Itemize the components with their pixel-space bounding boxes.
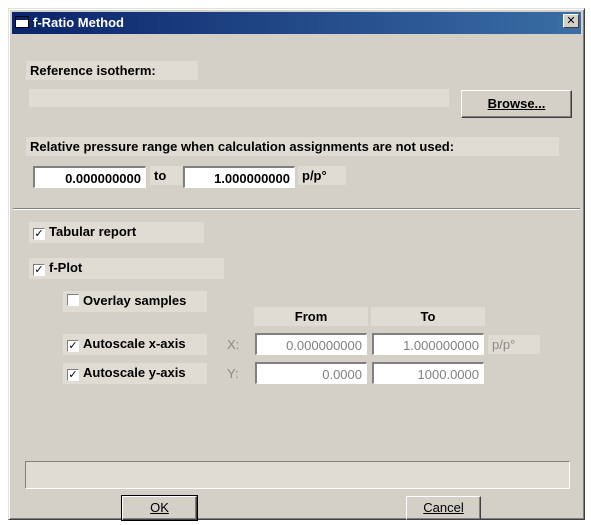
f-plot-check-icon: ✓	[33, 264, 45, 276]
x-from-input[interactable]: 0.000000000	[255, 333, 367, 355]
autoscale-x-check-icon: ✓	[67, 340, 79, 352]
y-from-input[interactable]: 0.0000	[255, 362, 367, 384]
reference-isotherm-label: Reference isotherm:	[26, 61, 198, 80]
pressure-range-label: Relative pressure range when calculation…	[26, 137, 559, 156]
tabular-report-check-icon: ✓	[33, 228, 45, 240]
pressure-unit-label: p/p°	[298, 166, 346, 185]
from-column-header: From	[254, 307, 368, 326]
window-title: f-Ratio Method	[33, 15, 124, 30]
tabular-report-checkbox[interactable]: ✓ Tabular report	[29, 222, 204, 243]
window-icon	[15, 16, 29, 28]
autoscale-x-checkbox[interactable]: ✓ Autoscale x-axis	[63, 334, 207, 355]
title-bar: f-Ratio Method ✕	[12, 12, 581, 34]
dialog-window: f-Ratio Method ✕ Reference isotherm: Bro…	[8, 8, 585, 521]
autoscale-y-label: Autoscale y-axis	[83, 365, 186, 380]
overlay-samples-check-icon	[67, 294, 79, 306]
ok-button[interactable]: OK	[121, 495, 198, 521]
autoscale-x-label: Autoscale x-axis	[83, 336, 186, 351]
ok-button-label: OK	[150, 500, 169, 515]
overlay-samples-label: Overlay samples	[83, 293, 187, 308]
reference-isotherm-path	[29, 89, 449, 107]
tabular-report-label: Tabular report	[49, 224, 137, 239]
status-bar	[25, 461, 570, 489]
x-axis-label: X:	[227, 337, 240, 352]
to-column-header: To	[371, 307, 485, 326]
y-axis-label: Y:	[227, 366, 239, 381]
overlay-samples-checkbox[interactable]: Overlay samples	[63, 291, 207, 312]
f-plot-checkbox[interactable]: ✓ f-Plot	[29, 258, 224, 279]
cancel-button[interactable]: Cancel	[406, 496, 481, 520]
close-button[interactable]: ✕	[563, 14, 579, 28]
section-divider	[13, 208, 580, 210]
cancel-button-label: Cancel	[423, 500, 464, 515]
y-to-input[interactable]: 1000.0000	[372, 362, 484, 384]
browse-button-label: Browse...	[487, 96, 546, 111]
pressure-to-input[interactable]: 1.000000000	[183, 166, 295, 188]
browse-button[interactable]: Browse...	[461, 90, 572, 118]
pressure-from-input[interactable]: 0.000000000	[33, 166, 146, 188]
f-plot-label: f-Plot	[49, 260, 83, 275]
x-unit-label: p/p°	[488, 335, 540, 354]
autoscale-y-check-icon: ✓	[67, 369, 79, 381]
autoscale-y-checkbox[interactable]: ✓ Autoscale y-axis	[63, 363, 207, 384]
pressure-to-label: to	[150, 166, 182, 185]
x-to-input[interactable]: 1.000000000	[372, 333, 484, 355]
